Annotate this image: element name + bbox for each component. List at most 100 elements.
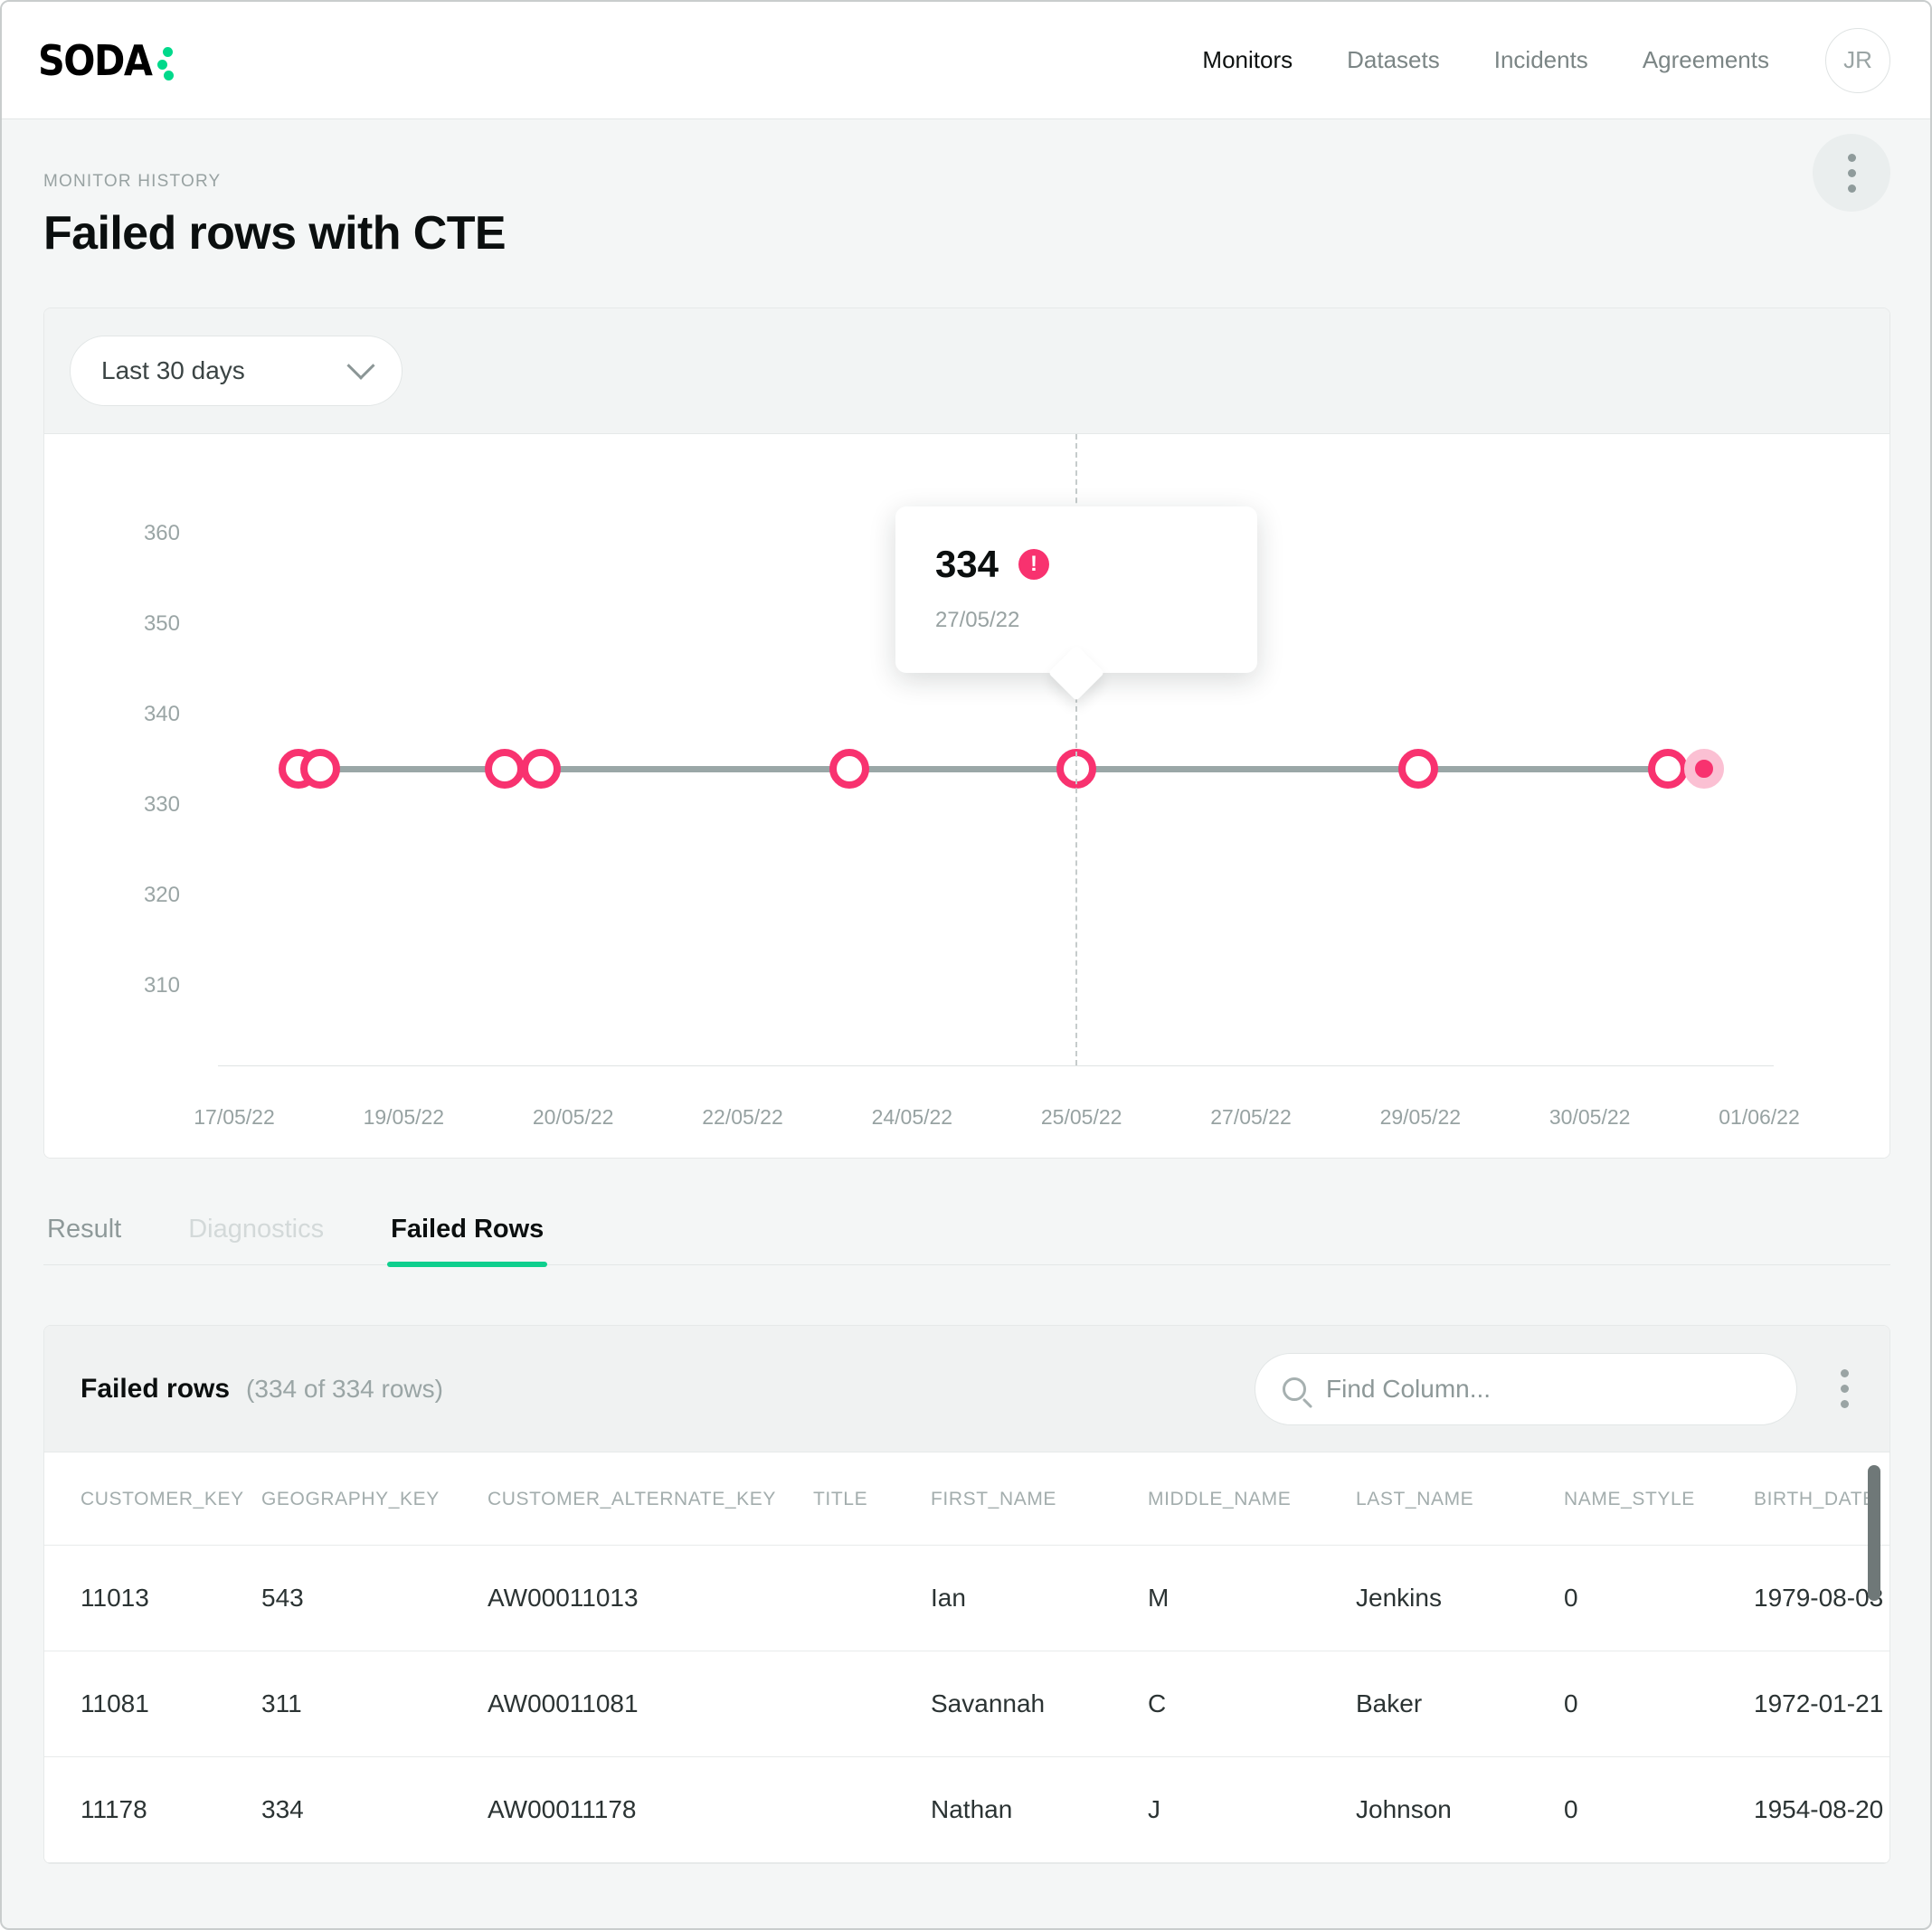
table-cell: 311 <box>261 1651 488 1757</box>
x-axis-tick-label: 29/05/22 <box>1379 1105 1462 1129</box>
table-cell <box>813 1756 931 1863</box>
scrollbar-thumb[interactable] <box>1868 1465 1880 1601</box>
detail-tabs: Result Diagnostics Failed Rows <box>43 1215 1890 1267</box>
time-range-value: Last 30 days <box>101 356 245 384</box>
tooltip-date: 27/05/22 <box>934 608 1020 632</box>
table-cell: AW00011178 <box>488 1756 813 1863</box>
chart-card: Last 30 days 360 350 340 330 320 310 17/05/22 1… <box>43 307 1890 1159</box>
x-axis-tick-label: 27/05/22 <box>1210 1105 1292 1129</box>
table-cell: Johnson <box>1356 1756 1564 1863</box>
column-header-last-name[interactable]: LAST_NAME <box>1356 1452 1564 1546</box>
y-axis-tick-label: 310 <box>143 973 180 998</box>
table-cell: 11178 <box>44 1756 261 1863</box>
nav-links: Monitors Datasets Incidents Agreements <box>1202 46 1769 74</box>
table-row[interactable]: 11081 311 AW00011081 Savannah C Baker 0 1972-01… <box>44 1651 1889 1757</box>
column-header-first-name[interactable]: FIRST_NAME <box>931 1452 1148 1546</box>
table-cell: 543 <box>261 1545 488 1651</box>
table-cell <box>813 1651 931 1757</box>
failed-rows-count: (334 of 334 rows) <box>246 1374 443 1403</box>
page-title: Failed rows with CTE <box>43 207 507 260</box>
y-axis-tick-label: 330 <box>143 792 180 817</box>
table-header-row: CUSTOMER_KEY GEOGRAPHY_KEY CUSTOMER_ALTERN… <box>44 1452 1889 1546</box>
table-cell <box>813 1545 931 1651</box>
x-axis-line <box>218 1065 1774 1066</box>
failed-rows-table: CUSTOMER_KEY GEOGRAPHY_KEY CUSTOMER_ALTERN… <box>44 1452 1889 1863</box>
table-cell: 334 <box>261 1756 488 1863</box>
nav-item-agreements[interactable]: Agreements <box>1643 46 1769 74</box>
table-cell: 11081 <box>44 1651 261 1757</box>
x-axis-tick-label: 01/06/22 <box>1719 1105 1800 1129</box>
table-cell: J <box>1148 1756 1356 1863</box>
avatar[interactable]: JR <box>1825 27 1890 93</box>
table-vertical-scrollbar[interactable] <box>1868 1452 1880 1778</box>
top-navigation-bar: SODA Monitors Datasets Incidents Agreeme… <box>2 2 1930 119</box>
tab-diagnostics[interactable]: Diagnostics <box>185 1215 327 1264</box>
table-cell: Ian <box>931 1545 1148 1651</box>
failed-rows-title: Failed rows <box>80 1373 231 1404</box>
chart-data-point[interactable] <box>300 749 341 789</box>
chart-data-point[interactable] <box>1683 749 1724 789</box>
page-options-kebab-icon[interactable] <box>1813 134 1890 212</box>
tooltip-arrow <box>1047 644 1105 702</box>
logo-dots-icon <box>156 40 180 81</box>
table-options-kebab-icon[interactable] <box>1824 1353 1864 1425</box>
tab-result[interactable]: Result <box>43 1215 125 1264</box>
chart-data-point[interactable] <box>484 749 525 789</box>
chart-data-point[interactable] <box>520 749 561 789</box>
chart-data-point[interactable] <box>1397 749 1438 789</box>
column-header-name-style[interactable]: NAME_STYLE <box>1564 1452 1754 1546</box>
x-axis-tick-label: 17/05/22 <box>194 1105 275 1129</box>
table-cell: Savannah <box>931 1651 1148 1757</box>
table-cell: Jenkins <box>1356 1545 1564 1651</box>
search-placeholder: Find Column... <box>1326 1374 1492 1403</box>
table-row[interactable]: 11178 334 AW00011178 Nathan J Johnson 0 1954-08… <box>44 1756 1889 1863</box>
page-header: MONITOR HISTORY Failed rows with CTE <box>2 119 1930 260</box>
x-axis-tick-label: 25/05/22 <box>1040 1105 1122 1129</box>
find-column-search[interactable]: Find Column... <box>1255 1352 1797 1425</box>
table-cell: 11013 <box>44 1545 261 1651</box>
x-axis-tick-label: 24/05/22 <box>871 1105 953 1129</box>
x-axis-tick-label: 19/05/22 <box>363 1105 445 1129</box>
chevron-down-icon <box>346 351 375 380</box>
x-axis-tick-label: 30/05/22 <box>1548 1105 1631 1129</box>
app-window: SODA Monitors Datasets Incidents Agreeme… <box>0 0 1932 1930</box>
x-axis-tick-label: 22/05/22 <box>702 1105 783 1129</box>
column-header-geography-key[interactable]: GEOGRAPHY_KEY <box>261 1452 488 1546</box>
table-cell: AW00011013 <box>488 1545 813 1651</box>
table-body: 11013 543 AW00011013 Ian M Jenkins 0 1979-08-03… <box>44 1545 1889 1863</box>
y-axis-tick-label: 350 <box>143 611 180 636</box>
breadcrumb: MONITOR HISTORY <box>43 172 222 191</box>
failed-rows-toolbar: Failed rows (334 of 334 rows) Find Colum… <box>44 1326 1889 1452</box>
chart-data-point[interactable] <box>829 749 869 789</box>
table-cell: M <box>1148 1545 1356 1651</box>
table-cell: Nathan <box>931 1756 1148 1863</box>
y-axis-tick-label: 320 <box>143 883 180 907</box>
table-cell: AW00011081 <box>488 1651 813 1757</box>
search-icon <box>1283 1377 1306 1401</box>
tab-failed-rows[interactable]: Failed Rows <box>387 1215 548 1267</box>
logo-wordmark: SODA <box>38 35 153 85</box>
table-cell: Baker <box>1356 1651 1564 1757</box>
table-cell: C <box>1148 1651 1356 1757</box>
table-cell: 0 <box>1564 1651 1754 1757</box>
history-line-chart[interactable]: 360 350 340 330 320 310 17/05/22 19/05/22 20/05/… <box>44 434 1889 1158</box>
column-header-customer-alternate-key[interactable]: CUSTOMER_ALTERNATE_KEY <box>488 1452 813 1546</box>
table-cell: 0 <box>1564 1545 1754 1651</box>
column-header-middle-name[interactable]: MIDDLE_NAME <box>1148 1452 1356 1546</box>
nav-item-datasets[interactable]: Datasets <box>1347 46 1440 74</box>
nav-item-incidents[interactable]: Incidents <box>1494 46 1588 74</box>
failed-rows-card: Failed rows (334 of 334 rows) Find Colum… <box>43 1325 1890 1864</box>
column-header-title[interactable]: TITLE <box>813 1452 931 1546</box>
nav-item-monitors[interactable]: Monitors <box>1202 46 1293 74</box>
soda-logo[interactable]: SODA <box>38 36 180 85</box>
y-axis-tick-label: 360 <box>143 521 180 545</box>
time-range-select[interactable]: Last 30 days <box>70 336 402 406</box>
chart-toolbar: Last 30 days <box>44 308 1889 434</box>
chart-data-point[interactable] <box>1647 749 1688 789</box>
x-axis-tick-label: 20/05/22 <box>532 1105 614 1129</box>
column-header-customer-key[interactable]: CUSTOMER_KEY <box>44 1452 261 1546</box>
failed-rows-grid-wrapper: CUSTOMER_KEY GEOGRAPHY_KEY CUSTOMER_ALTERN… <box>44 1452 1889 1863</box>
table-cell: 0 <box>1564 1756 1754 1863</box>
alert-badge-icon: ! <box>1018 549 1050 580</box>
table-row[interactable]: 11013 543 AW00011013 Ian M Jenkins 0 1979-08-03 <box>44 1545 1889 1651</box>
